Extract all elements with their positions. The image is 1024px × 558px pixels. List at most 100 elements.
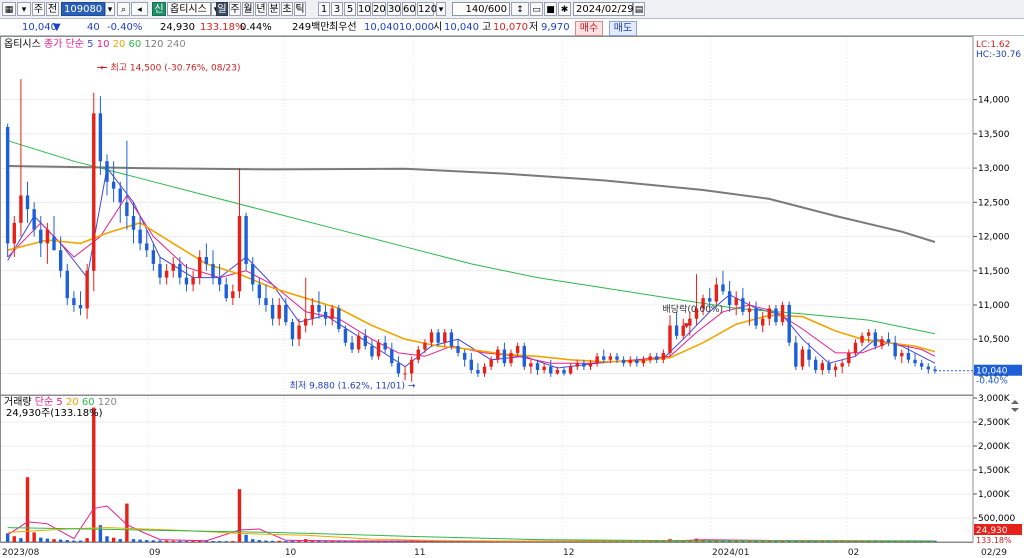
candle-body[interactable] (668, 325, 672, 353)
candle-body[interactable] (363, 335, 368, 347)
candle-body[interactable] (376, 342, 381, 357)
candle-body[interactable] (19, 195, 23, 223)
volume-bar[interactable] (251, 539, 255, 542)
volume-bar[interactable] (25, 477, 30, 542)
candle-body[interactable] (886, 339, 891, 343)
volume-bar[interactable] (85, 538, 89, 542)
volume-bar[interactable] (171, 540, 175, 542)
volume-bar[interactable] (72, 540, 76, 542)
candle-body[interactable] (522, 346, 526, 367)
candle-body[interactable] (582, 363, 586, 367)
candle-body[interactable] (833, 366, 838, 371)
search-icon[interactable]: ⌕ (117, 2, 130, 16)
candle-body[interactable] (72, 298, 76, 305)
candle-body[interactable] (847, 352, 851, 364)
stock-name-field[interactable]: 옵티시스 (167, 2, 211, 16)
candle-body[interactable] (734, 298, 738, 305)
candle-body[interactable] (429, 332, 434, 343)
period-tab-week[interactable]: 주 (229, 2, 241, 16)
minute-5-button[interactable]: 5 (344, 2, 356, 16)
candle-body[interactable] (860, 335, 864, 343)
candle-body[interactable] (449, 332, 454, 347)
volume-bar[interactable] (224, 541, 228, 543)
candle-body[interactable] (65, 270, 69, 299)
volume-bar[interactable] (277, 540, 281, 542)
candle-body[interactable] (290, 322, 295, 340)
volume-bar[interactable] (217, 541, 222, 543)
volume-bar[interactable] (52, 539, 56, 542)
candle-body[interactable] (409, 359, 414, 374)
candle-body[interactable] (529, 363, 533, 367)
volume-bar[interactable] (78, 540, 83, 542)
volume-bar[interactable] (32, 532, 36, 542)
candle-body[interactable] (741, 298, 745, 312)
period-tab-tick[interactable]: 틱 (294, 2, 306, 16)
candle-body[interactable] (489, 359, 493, 367)
candle-body[interactable] (184, 277, 189, 285)
candle-body[interactable] (151, 250, 156, 264)
candle-body[interactable] (628, 359, 632, 364)
volume-bar[interactable] (92, 407, 96, 542)
candle-body[interactable] (873, 332, 878, 347)
settings-icon[interactable]: ▾ (17, 2, 31, 16)
candle-body[interactable] (39, 229, 43, 244)
candle-body[interactable] (462, 352, 467, 360)
candle-body[interactable] (840, 363, 844, 367)
period-tab-day[interactable]: 일 (216, 2, 228, 16)
calendar-icon[interactable]: ▤ (633, 2, 645, 16)
candle-body[interactable] (674, 325, 679, 336)
candle-body[interactable] (496, 349, 500, 360)
candle-body[interactable] (827, 363, 831, 371)
candle-body[interactable] (635, 359, 639, 364)
minute-60-button[interactable]: 60 (402, 2, 416, 16)
volume-bar[interactable] (184, 541, 189, 543)
candle-body[interactable] (714, 284, 719, 302)
candle-body[interactable] (774, 308, 778, 323)
candle-body[interactable] (515, 346, 520, 353)
sell-button[interactable]: 매도 (609, 21, 637, 36)
candle-body[interactable] (178, 263, 182, 278)
candle-body[interactable] (32, 209, 36, 230)
stock-code-input[interactable]: 109080 (61, 2, 105, 16)
candle-body[interactable] (5, 127, 10, 244)
candle-body[interactable] (224, 284, 228, 299)
candle-body[interactable] (800, 349, 805, 367)
candle-body[interactable] (708, 298, 712, 302)
candle-body[interactable] (78, 305, 83, 309)
chart-menu-icon[interactable]: ▦ (2, 2, 16, 16)
candle-body[interactable] (323, 311, 328, 319)
candle-body[interactable] (661, 352, 666, 360)
price-panel[interactable] (0, 36, 974, 396)
candle-body[interactable] (118, 188, 122, 203)
candle-body[interactable] (648, 356, 652, 360)
candle-body[interactable] (171, 263, 175, 271)
candle-body[interactable] (509, 352, 513, 364)
candle-body[interactable] (85, 270, 89, 309)
market-select[interactable]: 주 (32, 2, 45, 16)
volume-bar[interactable] (211, 541, 215, 543)
candle-body[interactable] (111, 181, 116, 189)
candle-body[interactable] (602, 356, 606, 360)
candle-body[interactable] (52, 236, 56, 251)
candle-body[interactable] (204, 257, 209, 264)
volume-bar[interactable] (244, 534, 248, 542)
candle-body[interactable] (794, 342, 798, 367)
candle-body[interactable] (436, 332, 440, 343)
period-tab-second[interactable]: 초 (281, 2, 293, 16)
volume-bar[interactable] (774, 541, 778, 543)
volume-bar[interactable] (270, 540, 275, 542)
candle-body[interactable] (131, 216, 136, 230)
candle-body[interactable] (304, 318, 308, 326)
candle-body[interactable] (562, 370, 566, 374)
volume-bar[interactable] (237, 489, 242, 542)
volume-bar[interactable] (761, 541, 765, 543)
candle-body[interactable] (542, 366, 546, 371)
volume-bar[interactable] (45, 538, 50, 542)
candle-body[interactable] (681, 325, 685, 336)
speaker-icon[interactable]: ◂ (131, 2, 148, 16)
volume-bar[interactable] (12, 536, 16, 542)
candle-body[interactable] (284, 305, 288, 323)
candle-body[interactable] (615, 356, 619, 360)
candle-body[interactable] (608, 356, 613, 360)
candle-body[interactable] (787, 305, 791, 343)
